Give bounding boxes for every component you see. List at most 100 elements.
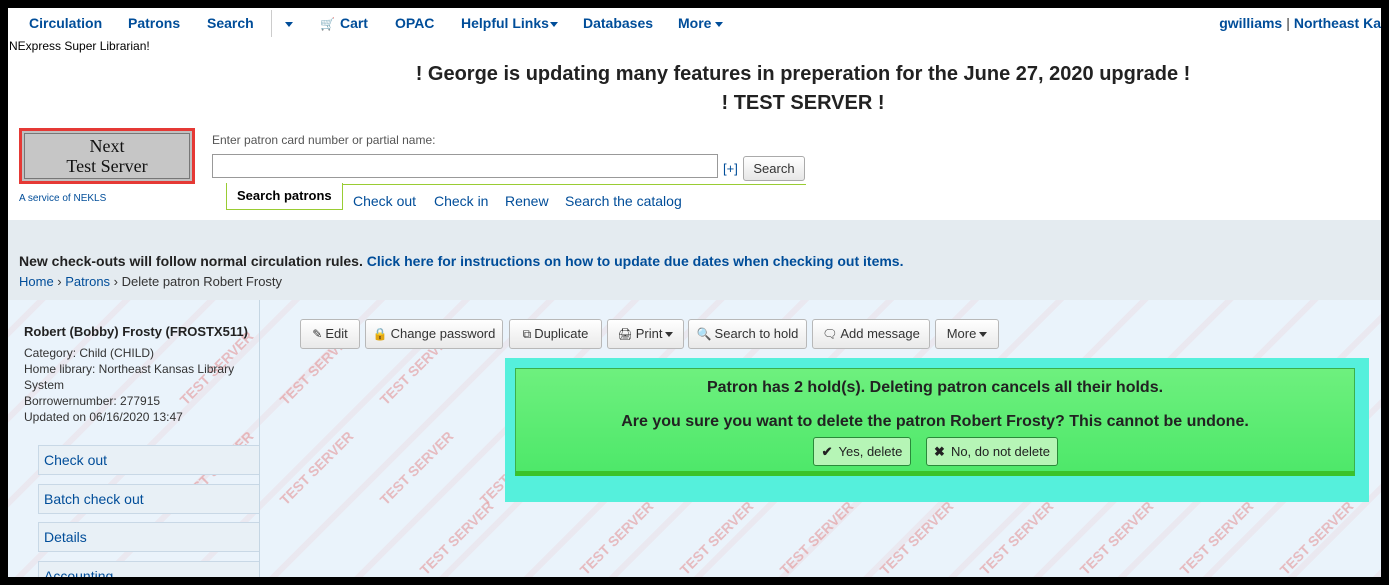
search-tabs: Search patrons Check out Check in Renew … [226, 183, 806, 213]
edit-label: Edit [325, 326, 348, 341]
service-credit: A service of NEKLS [19, 193, 107, 204]
nav-separator [271, 10, 272, 37]
nav-circulation[interactable]: Circulation [29, 15, 102, 31]
user-role: NExpress Super Librarian! [9, 39, 150, 53]
delete-question: Are you sure you want to delete the patr… [621, 413, 1249, 430]
instructions-link[interactable]: Click here for instructions on how to up… [367, 253, 904, 269]
chevron-down-icon [549, 21, 558, 27]
search-icon: 🔍 [696, 327, 712, 341]
nav-opac[interactable]: OPAC [395, 15, 434, 31]
search-label: Enter patron card number or partial name… [212, 133, 436, 147]
logo-line-1: Next [89, 136, 125, 156]
tab-renew[interactable]: Renew [505, 193, 549, 209]
watermark: TEST SERVER [416, 498, 497, 577]
watermark: TEST SERVER [1176, 498, 1257, 577]
nav-cart[interactable]: 🛒 Cart [320, 15, 368, 31]
logo-line-2: Test Server [66, 156, 148, 176]
watermark: TEST SERVER [776, 498, 857, 577]
speech-bubble-icon: 🗨 [822, 327, 838, 341]
tab-search-patrons[interactable]: Search patrons [226, 183, 343, 210]
patron-updated: Updated on 06/16/2020 13:47 [24, 410, 183, 424]
patron-search-input[interactable] [212, 154, 718, 178]
tab-search-catalog[interactable]: Search the catalog [565, 193, 682, 209]
duplicate-button[interactable]: ⧉ Duplicate [509, 319, 602, 349]
search-to-hold-button[interactable]: 🔍 Search to hold [688, 319, 807, 349]
nav-databases[interactable]: Databases [583, 15, 653, 31]
announcement-line-1: ! George is updating many features in pr… [415, 63, 1191, 85]
lock-icon: 🔒 [372, 327, 388, 341]
check-icon: ✔ [821, 444, 833, 459]
nav-more-label: More [678, 15, 712, 31]
change-password-label: Change password [390, 326, 496, 341]
sidebar-item-details[interactable]: Details [38, 522, 259, 552]
library-menu[interactable]: Northeast Ka [1294, 15, 1381, 31]
tab-check-out[interactable]: Check out [353, 193, 416, 209]
nav-cart-label: Cart [339, 15, 368, 31]
close-icon: ✖ [934, 444, 945, 459]
user-menu[interactable]: gwilliams [1219, 15, 1282, 31]
print-button[interactable]: 🖨 Print [607, 319, 684, 349]
watermark: TEST SERVER [1276, 498, 1357, 577]
notice-text: New check-outs will follow normal circul… [19, 253, 363, 269]
watermark: TEST SERVER [876, 498, 957, 577]
patron-home-library-cont: System [24, 378, 65, 392]
tab-check-in[interactable]: Check in [434, 193, 488, 209]
advanced-search-toggle[interactable]: [+] [723, 161, 738, 176]
more-label: More [946, 326, 977, 341]
sidebar-item-accounting[interactable]: Accounting [38, 561, 259, 577]
chevron-down-icon [665, 332, 674, 338]
printer-icon: 🖨 [617, 327, 633, 341]
yes-delete-label: Yes, delete [838, 444, 903, 459]
edit-button[interactable]: ✎ Edit [300, 319, 360, 349]
chevron-down-icon [285, 21, 293, 27]
holds-warning: Patron has 2 hold(s). Deleting patron ca… [706, 379, 1164, 396]
watermark: TEST SERVER [576, 498, 657, 577]
patron-borrowernumber: Borrowernumber: 277915 [24, 394, 161, 408]
print-label: Print [635, 326, 663, 341]
cart-icon: 🛒 [320, 17, 335, 31]
nav-patrons[interactable]: Patrons [128, 15, 180, 31]
announcement: ! George is updating many features in pr… [8, 60, 1381, 118]
change-password-button[interactable]: 🔒 Change password [365, 319, 503, 349]
circulation-notice: New check-outs will follow normal circul… [19, 253, 904, 269]
pencil-icon: ✎ [312, 327, 323, 341]
nav-search-dropdown[interactable] [281, 15, 293, 31]
add-message-label: Add message [840, 326, 920, 341]
copy-icon: ⧉ [522, 327, 532, 341]
watermark: TEST SERVER [276, 428, 357, 508]
patron-category: Category: Child (CHILD) [24, 346, 155, 360]
watermark: TEST SERVER [676, 498, 757, 577]
patron-sidebar: Robert (Bobby) Frosty (FROSTX511) Catego… [8, 300, 260, 577]
breadcrumb-current: Delete patron Robert Frosty [121, 274, 283, 289]
patron-toolbar: ✎ Edit 🔒 Change password ⧉ Duplicate 🖨 Print… [296, 316, 1381, 354]
add-message-button[interactable]: 🗨 Add message [812, 319, 930, 349]
search-button[interactable]: Search [743, 156, 805, 181]
announcement-line-2: ! TEST SERVER ! [721, 92, 885, 114]
nav-search[interactable]: Search [207, 15, 254, 31]
no-delete-button[interactable]: ✖ No, do not delete [926, 437, 1058, 466]
watermark: TEST SERVER [976, 498, 1057, 577]
breadcrumb-home[interactable]: Home [19, 274, 54, 289]
watermark: TEST SERVER [376, 428, 457, 508]
chevron-down-icon [979, 332, 988, 338]
logo[interactable]: Next Test Server [19, 128, 195, 184]
sidebar-item-batch-check-out[interactable]: Batch check out [38, 484, 259, 514]
top-navigation: Circulation Patrons Search 🛒 Cart OPAC He… [8, 8, 1381, 38]
patron-name: Robert (Bobby) Frosty (FROSTX511) [24, 324, 248, 339]
more-button[interactable]: More [935, 319, 999, 349]
duplicate-label: Duplicate [534, 326, 589, 341]
dialog-highlight: Patron has 2 hold(s). Deleting patron ca… [505, 358, 1369, 502]
breadcrumb: Home › Patrons › Delete patron Robert Fr… [19, 274, 283, 289]
user-area: gwilliams | Northeast Ka [1219, 15, 1381, 31]
sidebar-item-check-out[interactable]: Check out [38, 445, 259, 475]
nav-helpful-links[interactable]: Helpful Links [461, 15, 558, 31]
breadcrumb-patrons[interactable]: Patrons [65, 274, 110, 289]
no-delete-label: No, do not delete [950, 444, 1050, 459]
search-to-hold-label: Search to hold [714, 326, 799, 341]
chevron-down-icon [715, 21, 724, 27]
browser-page: Circulation Patrons Search 🛒 Cart OPAC He… [8, 8, 1381, 577]
delete-confirmation-dialog: Patron has 2 hold(s). Deleting patron ca… [515, 368, 1355, 476]
yes-delete-button[interactable]: ✔ Yes, delete [813, 437, 911, 466]
nav-more[interactable]: More [678, 15, 724, 31]
patron-home-library: Home library: Northeast Kansas Library [24, 362, 235, 376]
